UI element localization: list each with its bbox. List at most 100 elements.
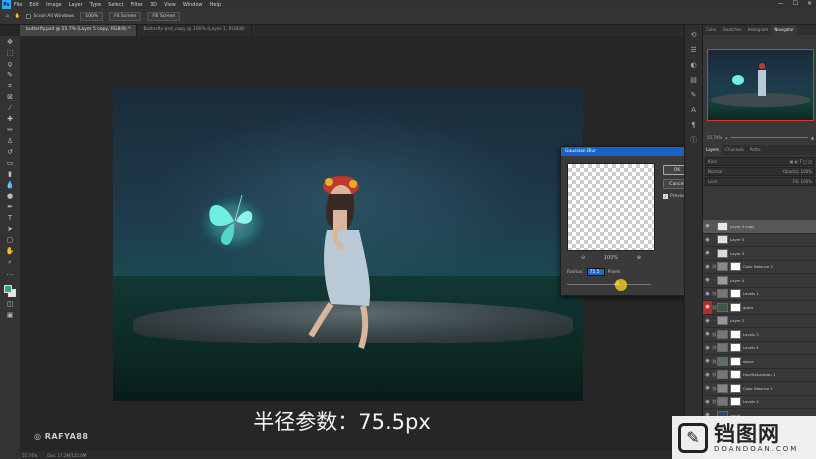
menu-edit[interactable]: Edit (29, 2, 39, 8)
tab-channels[interactable]: Channels (722, 145, 747, 155)
navigator-zoom-value[interactable]: 55.74% (707, 135, 722, 140)
layer-name[interactable]: Levels 3 (743, 332, 759, 337)
layer-row[interactable]: ◉ ⛓ Color Balance 1 (703, 382, 816, 396)
quick-select-tool-icon[interactable]: ✎ (4, 71, 16, 80)
visibility-eye-icon[interactable]: ◉ (703, 300, 712, 314)
path-select-icon[interactable]: ➤ (4, 225, 16, 234)
blur-preview-pane[interactable] (567, 163, 655, 251)
visibility-eye-icon[interactable]: ◉ (703, 264, 712, 270)
navigator-zoom-slider[interactable] (730, 137, 808, 138)
more-tools-icon[interactable]: … (4, 269, 16, 278)
frame-tool-icon[interactable]: ⊠ (4, 93, 16, 102)
tab-swatches[interactable]: Swatches (719, 25, 744, 35)
layer-thumbnail[interactable] (717, 275, 728, 285)
zoom-out-icon[interactable]: ⊖ (581, 255, 585, 261)
lasso-tool-icon[interactable]: ϙ (4, 60, 16, 69)
tab-butterfly-psd[interactable]: butterfly.psd @ 55.7% (Layer 5 copy, RGB… (20, 25, 138, 36)
tab-color[interactable]: Color (703, 25, 719, 35)
layer-thumbnail[interactable] (717, 289, 728, 299)
layer-thumbnail[interactable] (717, 316, 728, 326)
layer-thumbnail[interactable] (717, 383, 728, 393)
tab-paths[interactable]: Paths (747, 145, 764, 155)
brushes-icon[interactable]: ✎ (689, 91, 699, 100)
layer-row[interactable]: ◉ Layer 5 copy (703, 220, 816, 234)
close-button[interactable]: ✕ (807, 0, 812, 7)
clone-stamp-icon[interactable]: ♙ (4, 137, 16, 146)
quick-mask-icon[interactable]: ◫ (4, 300, 16, 309)
menu-type[interactable]: Type (90, 2, 101, 8)
layer-mask-thumbnail[interactable] (730, 302, 741, 312)
document-canvas[interactable] (113, 86, 583, 401)
tab-butterfly-copy[interactable]: Butterfly-psd_copy @ 100% (Layer 1, RGB/… (137, 25, 252, 36)
layer-row[interactable]: ◉ Layer 5 (703, 234, 816, 247)
visibility-eye-icon[interactable]: ◉ (703, 331, 712, 337)
menu-file[interactable]: File (14, 2, 22, 8)
layer-row[interactable]: ◉ ⛓ Color Balance 2 (703, 261, 816, 274)
layer-row[interactable]: ◉ Layer 2 (703, 315, 816, 328)
brush-tool-icon[interactable]: ✏ (4, 126, 16, 135)
tab-layers[interactable]: Layers (703, 145, 723, 155)
foreground-color-swatch[interactable] (4, 285, 12, 293)
layer-name[interactable]: Hue/Saturation 1 (743, 372, 775, 377)
menu-help[interactable]: Help (210, 2, 221, 8)
layer-name[interactable]: Levels 2 (743, 399, 759, 404)
libraries-icon[interactable]: ▤ (689, 76, 699, 85)
tab-histogram[interactable]: Histogram (745, 25, 772, 35)
layer-name[interactable]: Layer 3 (730, 251, 744, 256)
type-tool-icon[interactable]: T (4, 214, 16, 223)
menu-select[interactable]: Select (108, 2, 123, 8)
layer-thumbnail[interactable] (717, 343, 728, 353)
fill-screen-button[interactable]: Fill Screen (147, 12, 181, 21)
layer-row[interactable]: ◉ ⛓ Levels 1 (703, 288, 816, 301)
filter-icons[interactable]: ▣ ◐ T ▢ ◫ (790, 159, 812, 164)
layer-thumbnail[interactable] (717, 356, 728, 366)
menu-layer[interactable]: Layer (69, 2, 83, 8)
zoom-in-icon[interactable]: ⊕ (637, 255, 641, 261)
screen-mode-icon[interactable]: ▣ (4, 311, 16, 320)
layer-mask-thumbnail[interactable] (730, 356, 741, 366)
radius-slider-track[interactable] (567, 284, 651, 285)
layer-mask-thumbnail[interactable] (730, 397, 741, 407)
opacity-field[interactable]: Opacity: 100% (783, 169, 812, 174)
layer-thumbnail[interactable] (717, 262, 728, 272)
menu-window[interactable]: Window (183, 2, 203, 8)
layer-row[interactable]: ◉ ⛓ Levels 2 (703, 396, 816, 409)
layer-row[interactable]: ◉ Layer 4 (703, 274, 816, 288)
visibility-eye-icon[interactable]: ◉ (703, 223, 712, 229)
shape-tool-icon[interactable]: ▢ (4, 236, 16, 245)
layer-thumbnail[interactable] (717, 370, 728, 380)
navigator-thumbnail[interactable] (707, 49, 814, 121)
adjustments-icon[interactable]: ◐ (689, 61, 699, 70)
layer-name[interactable]: grass (743, 305, 753, 310)
hand-tool-icon[interactable]: ✋ (4, 247, 16, 256)
layer-mask-thumbnail[interactable] (730, 289, 741, 299)
blend-mode-select[interactable]: Normal (708, 169, 722, 174)
history-brush-icon[interactable]: ↺ (4, 148, 16, 157)
menu-view[interactable]: View (164, 2, 176, 8)
paragraph-icon[interactable]: ¶ (689, 121, 699, 130)
menu-image[interactable]: Image (46, 2, 62, 8)
layer-name[interactable]: Layer 4 (730, 278, 744, 283)
visibility-eye-icon[interactable]: ◉ (703, 358, 712, 364)
minimize-button[interactable]: — (778, 0, 784, 7)
mountain-small-icon[interactable]: ▴ (725, 135, 727, 140)
visibility-eye-icon[interactable]: ◉ (703, 399, 712, 405)
character-icon[interactable]: A (689, 106, 699, 115)
layer-thumbnail[interactable] (717, 235, 728, 245)
layer-name[interactable]: Color Balance 2 (743, 264, 773, 269)
layer-mask-thumbnail[interactable] (730, 329, 741, 339)
layer-name[interactable]: Color Balance 1 (743, 386, 773, 391)
home-icon[interactable]: ⌂ (6, 14, 9, 19)
layer-thumbnail[interactable] (717, 329, 728, 339)
layer-thumbnail[interactable] (717, 302, 728, 312)
layer-mask-thumbnail[interactable] (730, 343, 741, 353)
layer-name[interactable]: Layer 5 (730, 237, 744, 242)
layer-mask-thumbnail[interactable] (730, 262, 741, 272)
healing-brush-icon[interactable]: ✚ (4, 115, 16, 124)
radius-input[interactable]: 75.5 (586, 268, 605, 276)
visibility-eye-icon[interactable]: ◉ (703, 385, 712, 391)
dialog-title-bar[interactable]: Gaussian Blur ✕ (561, 147, 694, 156)
hand-tool-icon[interactable]: ✋ (15, 14, 21, 19)
layer-mask-thumbnail[interactable] (730, 383, 741, 393)
gradient-tool-icon[interactable]: ▮ (4, 170, 16, 179)
